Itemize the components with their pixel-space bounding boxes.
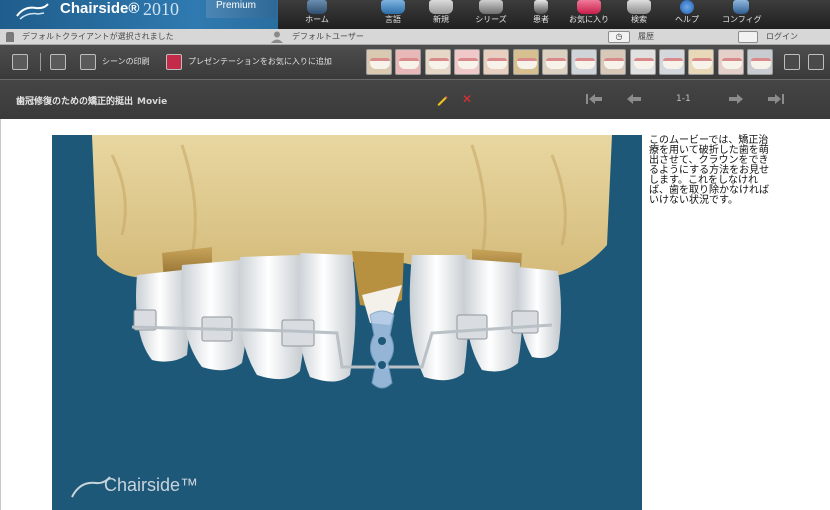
heart-icon[interactable] xyxy=(166,54,182,70)
orthodontic-extrusion-illustration xyxy=(52,135,642,510)
scene-thumbnail[interactable] xyxy=(600,49,627,75)
tool-bar: シーンの印刷 プレゼンテーションをお気に入りに追加 xyxy=(0,45,830,79)
teeth-thumbnail-icon xyxy=(428,58,449,69)
scene-thumbnail[interactable] xyxy=(453,49,480,75)
content-left-border xyxy=(0,119,1,510)
teeth-thumbnail-icon xyxy=(750,58,771,69)
series-film-icon xyxy=(479,0,503,14)
lock-icon[interactable] xyxy=(738,31,758,43)
history-button[interactable]: 履歴 xyxy=(638,29,654,45)
scene-thumbnail[interactable] xyxy=(688,49,715,75)
printer-icon[interactable] xyxy=(80,54,96,70)
pencil-edit-icon[interactable] xyxy=(436,94,448,106)
pin-icon xyxy=(6,32,14,42)
new-icon xyxy=(429,0,453,14)
nav-help-label: ヘルプ xyxy=(675,15,699,24)
history-clock-icon[interactable]: ◷ xyxy=(608,31,630,43)
print-scene-button[interactable]: シーンの印刷 xyxy=(102,57,150,67)
delete-x-icon[interactable]: ✕ xyxy=(462,93,472,105)
nav-language-label: 言語 xyxy=(385,15,401,24)
teeth-thumbnail-icon xyxy=(575,58,596,69)
nav-series-label: シリーズ xyxy=(475,15,507,24)
scene-description: このムービーでは、矯正治療を用いて破折した歯を萌出させて、クラウンをできるように… xyxy=(649,135,770,206)
scene-title-text: 歯冠修復のための矯正的挺出 xyxy=(16,97,134,107)
patient-icon xyxy=(534,0,548,14)
scene-thumbnail[interactable] xyxy=(541,49,568,75)
nav-series-button[interactable]: シリーズ xyxy=(472,0,510,29)
teeth-thumbnail-icon xyxy=(692,58,713,69)
scene-thumbnail[interactable] xyxy=(659,49,685,75)
brand-area: Chairside® 2010 Premium xyxy=(0,0,278,29)
last-page-icon[interactable] xyxy=(766,92,786,106)
teeth-thumbnail-icon xyxy=(663,58,683,69)
nav-favorites-label: お気に入り xyxy=(569,15,609,24)
nav-search-label: 検索 xyxy=(631,15,647,24)
brand-name: Chairside® xyxy=(60,0,140,17)
teeth-thumbnail-icon xyxy=(604,58,625,69)
user-label[interactable]: デフォルトユーザー xyxy=(292,29,364,45)
teeth-thumbnail-icon xyxy=(457,58,478,69)
scene-title: 歯冠修復のための矯正的挺出 Movie xyxy=(16,94,167,107)
client-status[interactable]: デフォルトクライアントが選択されました xyxy=(22,29,174,45)
top-banner: Chairside® 2010 Premium ホーム 言語 新規 シリーズ 患… xyxy=(0,0,830,29)
help-icon xyxy=(680,0,694,14)
nav-config-button[interactable]: コンフィグ xyxy=(722,0,762,29)
nav-patient-button[interactable]: 患者 xyxy=(526,0,556,29)
nav-new-label: 新規 xyxy=(433,15,449,24)
add-favorite-button[interactable]: プレゼンテーションをお気に入りに追加 xyxy=(188,57,332,67)
scene-thumbnail[interactable] xyxy=(746,49,773,75)
nav-search-button[interactable]: 検索 xyxy=(624,0,654,29)
nav-home-label: ホーム xyxy=(305,15,329,24)
favorites-heart-icon xyxy=(577,0,601,14)
nav-favorites-button[interactable]: お気に入り xyxy=(566,0,612,29)
nav-config-label: コンフィグ xyxy=(722,15,762,24)
scene-title-bar: 歯冠修復のための矯正的挺出 Movie ✕ 1-1 xyxy=(0,79,830,119)
scene-thumbnail[interactable] xyxy=(629,49,656,75)
scene-thumbnail[interactable] xyxy=(424,49,451,75)
player-watermark: Chairside™ xyxy=(104,475,199,495)
scene-thumbnail[interactable] xyxy=(717,49,744,75)
config-icon xyxy=(733,0,749,14)
page-indicator: 1-1 xyxy=(676,94,691,104)
teeth-thumbnail-icon xyxy=(487,58,508,69)
teeth-thumbnail-icon xyxy=(721,58,742,69)
teeth-thumbnail-icon xyxy=(633,58,654,69)
scene-thumbnail[interactable] xyxy=(571,49,598,75)
first-page-icon[interactable] xyxy=(584,92,604,106)
scene-thumbnail[interactable] xyxy=(512,49,539,75)
user-icon xyxy=(271,31,283,43)
grid-view-icon[interactable] xyxy=(12,54,28,70)
nav-patient-label: 患者 xyxy=(533,15,549,24)
brand-edition: Premium xyxy=(206,0,276,18)
teeth-thumbnail-icon xyxy=(399,58,420,69)
search-icon xyxy=(627,0,651,14)
teeth-thumbnail-icon xyxy=(370,58,390,69)
language-icon xyxy=(381,0,405,14)
movie-player[interactable]: Chairside™ xyxy=(52,135,642,510)
scene-thumbnail[interactable] xyxy=(483,49,510,75)
scene-type: Movie xyxy=(137,97,168,107)
home-chair-icon xyxy=(307,0,327,14)
presentation-icon[interactable] xyxy=(808,54,824,70)
previous-page-icon[interactable] xyxy=(624,92,644,106)
fullscreen-icon[interactable] xyxy=(784,54,800,70)
document-icon[interactable] xyxy=(50,54,66,70)
nav-language-button[interactable]: 言語 xyxy=(376,0,410,29)
teeth-thumbnail-icon xyxy=(516,58,537,69)
chairside-logo-icon xyxy=(16,3,49,20)
scene-thumbnail[interactable] xyxy=(366,49,392,75)
login-button[interactable]: ログイン xyxy=(766,29,798,45)
scene-thumbnail[interactable] xyxy=(395,49,422,75)
nav-home-button[interactable]: ホーム xyxy=(300,0,334,29)
nav-new-button[interactable]: 新規 xyxy=(424,0,458,29)
nav-help-button[interactable]: ヘルプ xyxy=(672,0,702,29)
brand-year: 2010 xyxy=(143,0,179,19)
next-page-icon[interactable] xyxy=(726,92,746,106)
toolbar-divider xyxy=(40,53,41,71)
status-bar: デフォルトクライアントが選択されました デフォルトユーザー ◷ 履歴 ログイン xyxy=(0,29,830,45)
teeth-thumbnail-icon xyxy=(545,58,566,69)
